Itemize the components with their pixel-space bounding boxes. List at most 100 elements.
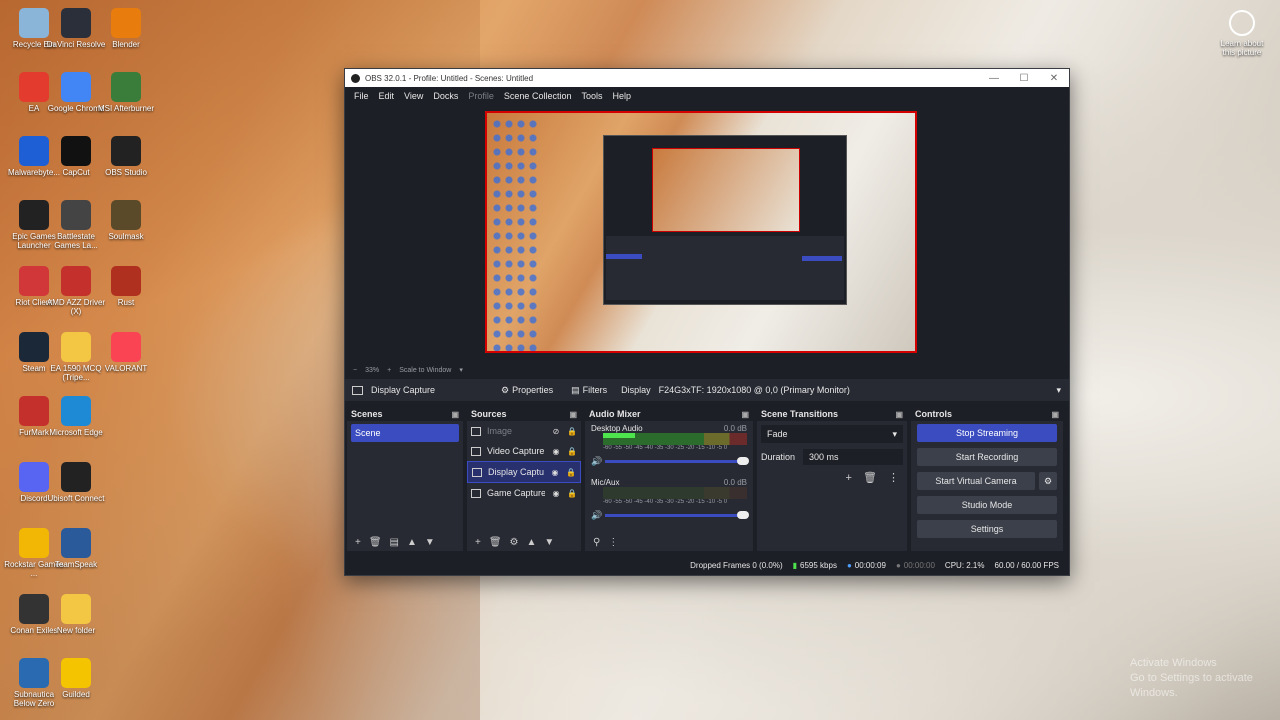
trash-icon[interactable]: 🗑 [489,537,502,548]
speaker-icon[interactable]: 🔊 [591,510,605,521]
add-icon[interactable]: + [355,537,361,548]
desktop-icon[interactable]: Guilded [46,658,106,699]
source-item-video-capture[interactable]: Video Capture ◉ 🔒 [467,441,581,461]
preview-canvas[interactable] [485,111,917,353]
mixer-channel-mic: Mic/Aux 0.0 dB -60 -55 -50 -45 -40 -35 -… [585,475,753,523]
captured-obs-window [603,135,847,305]
eye-icon[interactable]: ◉ [551,447,561,456]
filters-button[interactable]: ▤ Filters [565,385,613,396]
menu-view[interactable]: View [404,91,423,101]
undock-icon[interactable]: ▣ [451,410,459,419]
scene-item[interactable]: Scene [351,424,459,442]
captured-docks [606,236,844,300]
up-arrow-icon[interactable]: ▲ [527,537,537,548]
menu-docks[interactable]: Docks [433,91,458,101]
slider-handle[interactable] [737,510,749,519]
start-recording-button[interactable]: Start Recording [917,448,1057,466]
volume-row: 🔊 [591,509,749,521]
sources-toolbar: + 🗑 ⚙ ▲ ▼ [467,533,581,551]
transitions-body: Fade ▾ Duration 300 ms + 🗑 ⋮ [757,421,907,488]
undock-icon[interactable]: ▣ [569,410,577,419]
settings-button[interactable]: Settings [917,520,1057,538]
trash-icon[interactable]: 🗑 [863,472,877,484]
volume-slider[interactable] [605,510,749,519]
learn-about-picture[interactable]: Learn about this picture [1216,10,1268,57]
preview-area[interactable] [345,105,1069,363]
eye-off-icon[interactable]: ⊘ [551,427,561,436]
zoom-out-button[interactable]: − [353,367,357,374]
desktop-icon[interactable]: OBS Studio [96,136,156,177]
desktop-icon[interactable]: New folder [46,594,106,635]
start-virtual-camera-button[interactable]: Start Virtual Camera [917,472,1035,490]
teamspeak-icon [61,528,91,558]
controls-body: Stop Streaming Start Recording Start Vir… [911,421,1063,547]
captured-desktop-icons [491,117,537,351]
virtual-camera-settings-button[interactable]: ⚙ [1039,472,1057,490]
zoom-in-button[interactable]: + [387,367,391,374]
display-select[interactable]: F24G3xTF: 1920x1080 @ 0,0 (Primary Monit… [658,381,1061,399]
audio-mixer-dock: Audio Mixer ▣ Desktop Audio 0.0 dB -60 -… [585,407,753,551]
duration-input[interactable]: 300 ms [803,449,903,465]
undock-icon[interactable]: ▣ [741,410,749,419]
transition-select[interactable]: Fade ▾ [761,425,903,443]
desktop-icon[interactable]: Soulmask [96,200,156,241]
lock-icon[interactable]: 🔒 [566,468,576,477]
menu-edit[interactable]: Edit [379,91,395,101]
eye-icon[interactable]: ◉ [551,489,561,498]
transitions-title: Scene Transitions [761,409,839,419]
desktop-icon[interactable]: TeamSpeak [46,528,106,569]
link-icon[interactable]: ⚲ [593,537,600,548]
gear-icon[interactable]: ⚙ [510,537,519,548]
trash-icon[interactable]: 🗑 [369,537,382,548]
source-item-image[interactable]: Image ⊘ 🔒 [467,421,581,441]
furmark-icon [19,396,49,426]
menu-file[interactable]: File [354,91,369,101]
desktop-icon[interactable]: Rust [96,266,156,307]
lock-icon[interactable]: 🔒 [567,427,577,436]
lock-icon[interactable]: 🔒 [567,447,577,456]
close-button[interactable]: ✕ [1039,73,1069,84]
speaker-icon[interactable]: 🔊 [591,456,605,467]
more-icon[interactable]: ⋮ [888,472,899,484]
add-icon[interactable]: + [475,537,481,548]
ea-icon [19,72,49,102]
channel-db: 0.0 dB [723,423,747,433]
desktop-icon[interactable]: Blender [96,8,156,49]
undock-icon[interactable]: ▣ [895,410,903,419]
docks: Scenes ▣ Scene + 🗑 ▤ ▲ ▼ Sources ▣ Image… [345,407,1069,551]
zoom-mode[interactable]: Scale to Window [399,367,451,374]
minimize-button[interactable]: — [979,73,1009,84]
down-arrow-icon[interactable]: ▼ [544,537,554,548]
filter-icon[interactable]: ▤ [390,537,399,548]
desktop-icon[interactable]: Ubisoft Connect [46,462,106,503]
lock-icon[interactable]: 🔒 [567,489,577,498]
properties-button[interactable]: ⚙ Properties [495,385,559,396]
desktop-icon[interactable]: VALORANT [96,332,156,373]
zoom-dropdown-icon[interactable]: ▾ [459,366,463,374]
camera-icon [1229,10,1255,36]
undock-icon[interactable]: ▣ [1051,410,1059,419]
title-bar[interactable]: OBS 32.0.1 - Profile: Untitled - Scenes:… [345,69,1069,87]
add-icon[interactable]: + [845,472,851,484]
volume-slider[interactable] [605,456,749,465]
source-item-game-capture[interactable]: Game Capture ◉ 🔒 [467,483,581,503]
virtual-camera-row: Start Virtual Camera ⚙ [917,472,1057,496]
edge-icon [61,396,91,426]
up-arrow-icon[interactable]: ▲ [407,537,417,548]
more-icon[interactable]: ⋮ [608,537,618,548]
desktop-icon[interactable]: Microsoft Edge [46,396,106,437]
slider-handle[interactable] [737,456,749,465]
desktop-icon[interactable]: MSI Afterburner [96,72,156,113]
eye-icon[interactable]: ◉ [550,468,560,477]
source-item-display-capture[interactable]: Display Capture ◉ 🔒 [467,461,581,483]
desktop-icon-label: New folder [56,626,96,635]
down-arrow-icon[interactable]: ▼ [425,537,435,548]
maximize-button[interactable]: ☐ [1009,73,1039,84]
subnautica-icon [19,658,49,688]
menu-scene-collection[interactable]: Scene Collection [504,91,572,101]
studio-mode-button[interactable]: Studio Mode [917,496,1057,514]
stop-streaming-button[interactable]: Stop Streaming [917,424,1057,442]
menu-tools[interactable]: Tools [581,91,602,101]
menu-profile[interactable]: Profile [468,91,494,101]
menu-help[interactable]: Help [612,91,631,101]
